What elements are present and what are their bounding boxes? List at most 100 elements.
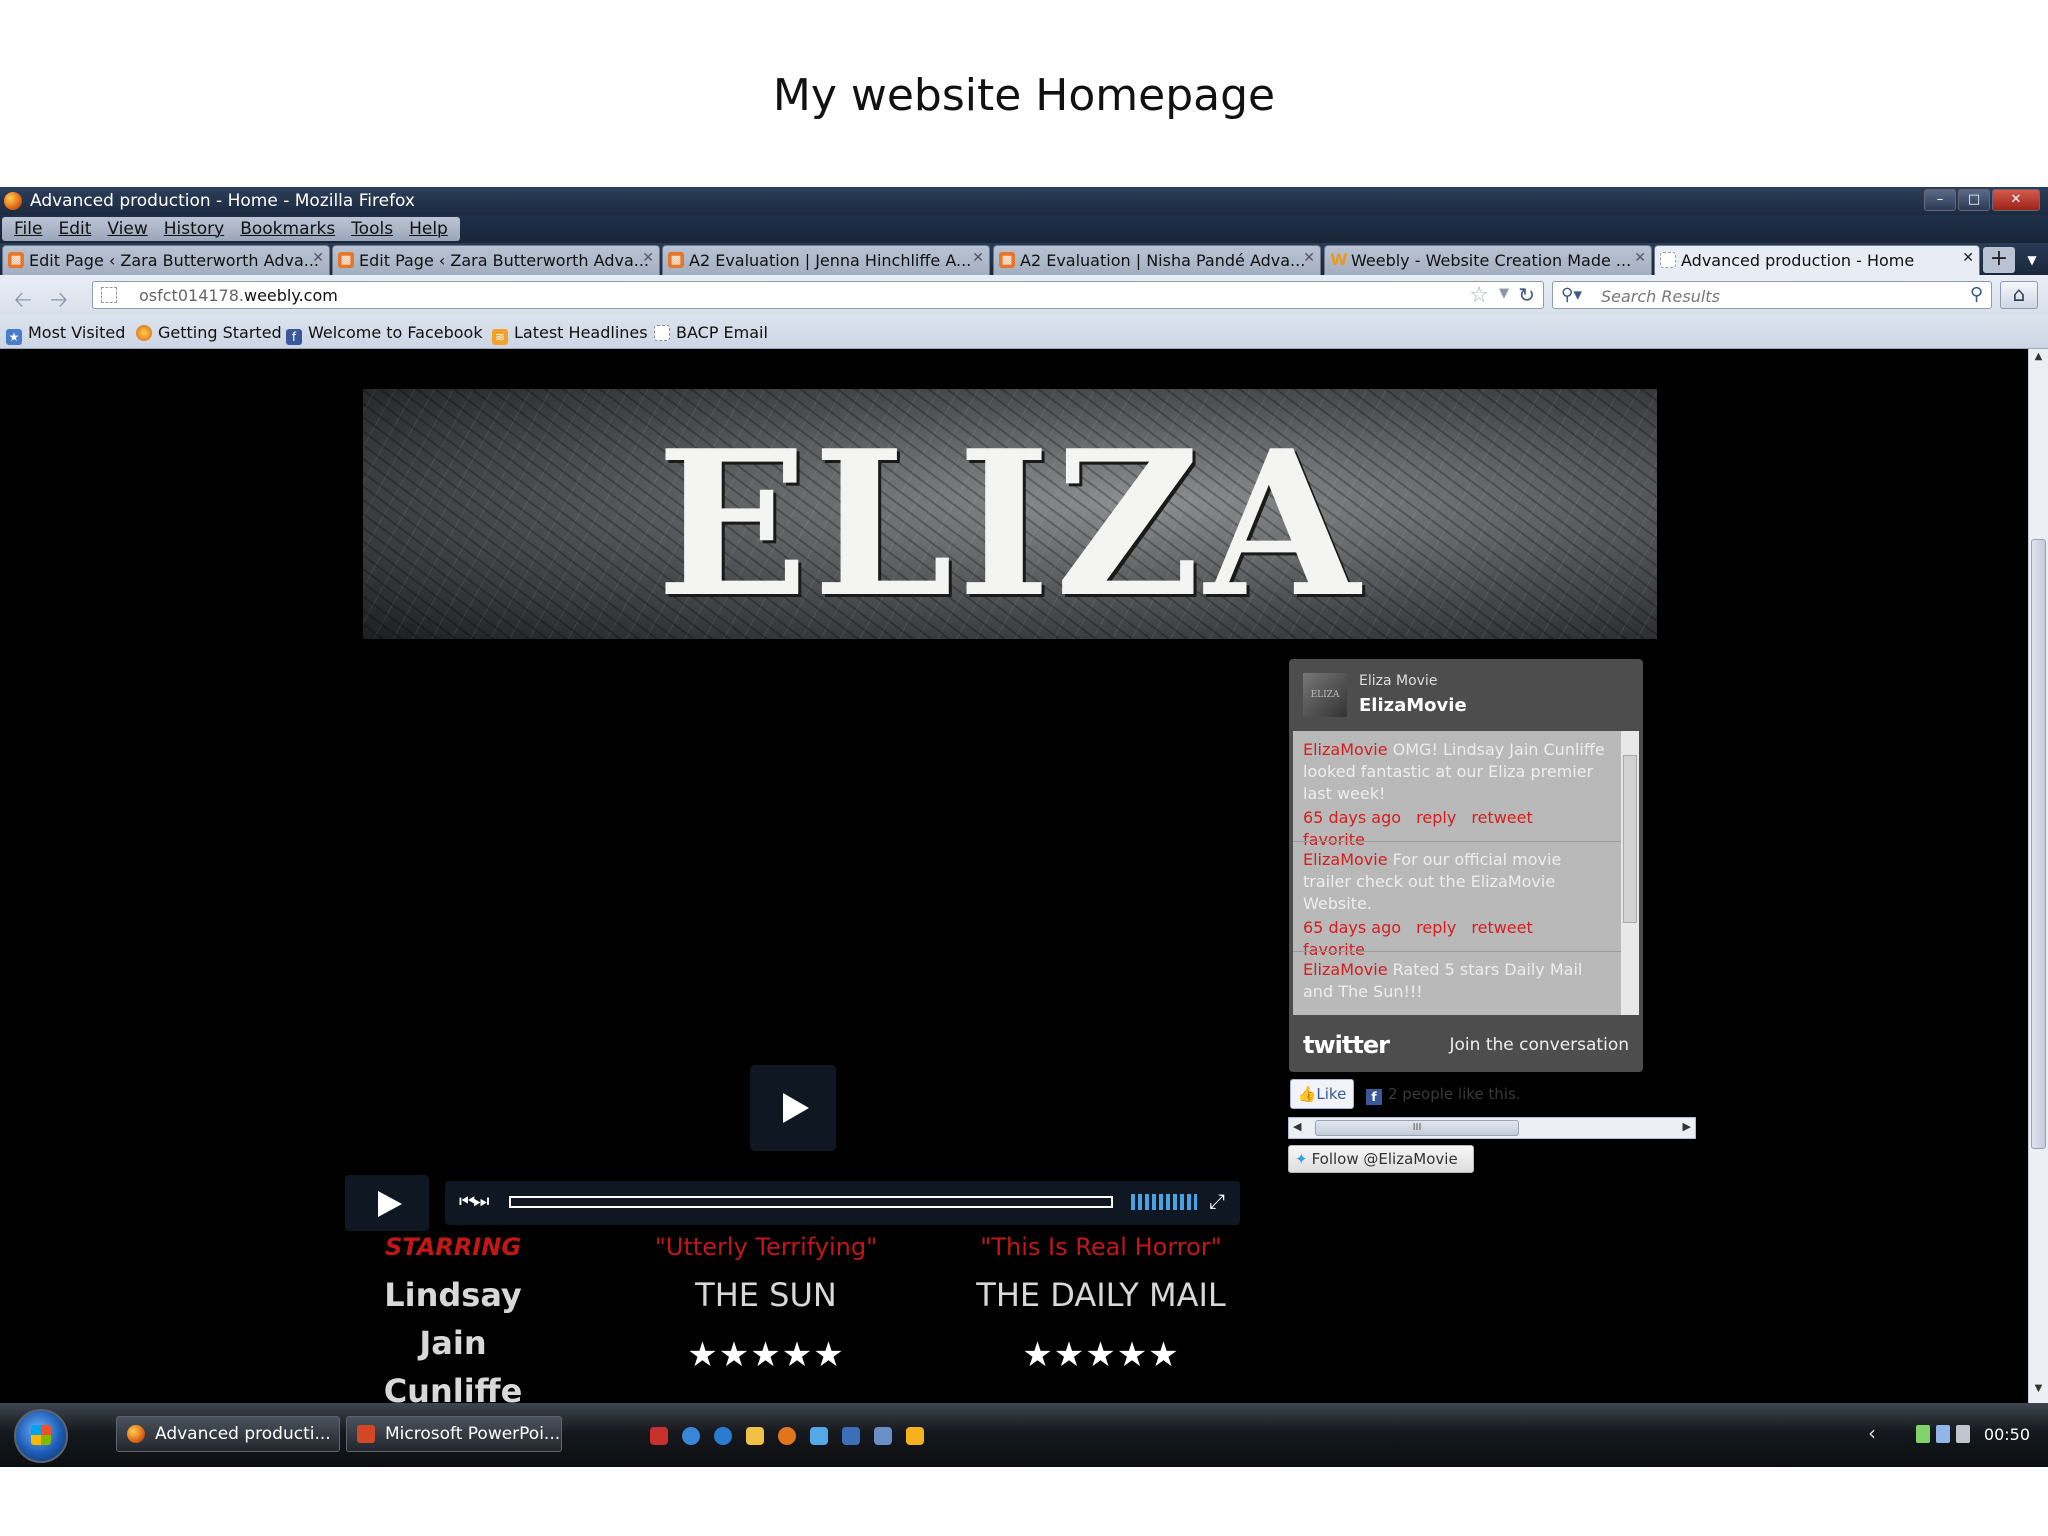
scrollbar-thumb[interactable] bbox=[1623, 755, 1637, 923]
tweet-feed-scrollbar[interactable] bbox=[1621, 731, 1639, 1015]
tab-label: Edit Page ‹ Zara Butterworth Adva... bbox=[359, 251, 649, 270]
video-player[interactable]: ⏮⏭ ⤢ bbox=[345, 663, 1240, 1231]
tweet-user-link[interactable]: ElizaMovie bbox=[1303, 740, 1388, 759]
tab-weebly[interactable]: W Weebly - Website Creation Made ... ✕ bbox=[1324, 245, 1652, 275]
tweet-time-link[interactable]: 65 days ago bbox=[1303, 918, 1401, 937]
bookmark-latest-headlines[interactable]: ≋ Latest Headlines bbox=[492, 323, 648, 345]
tab-list-chevron-icon[interactable]: ▼ bbox=[2022, 247, 2042, 273]
menu-edit[interactable]: Edit bbox=[50, 217, 99, 241]
tweet-reply-link[interactable]: reply bbox=[1416, 918, 1456, 937]
tab-bar: ▩ Edit Page ‹ Zara Butterworth Adva... ✕… bbox=[0, 243, 2048, 275]
screenshot-frame: Advanced production - Home - Mozilla Fir… bbox=[0, 187, 2048, 1467]
start-button[interactable] bbox=[14, 1409, 68, 1463]
switch-windows-icon[interactable] bbox=[874, 1427, 892, 1445]
bookmark-bacp-email[interactable]: BACP Email bbox=[654, 323, 768, 342]
tab-edit-page-zara-1[interactable]: ▩ Edit Page ‹ Zara Butterworth Adva... ✕ bbox=[2, 245, 330, 275]
fullscreen-icon[interactable]: ⤢ bbox=[1209, 1189, 1225, 1213]
bookmark-star-icon[interactable]: ☆ bbox=[1469, 283, 1489, 308]
media-player-icon[interactable] bbox=[906, 1427, 924, 1445]
menu-file[interactable]: File bbox=[6, 217, 50, 241]
url-history-dropdown-icon[interactable]: ▼ bbox=[1499, 286, 1509, 301]
tab-close-icon[interactable]: ✕ bbox=[1634, 250, 1646, 266]
search-engine-icon[interactable]: ⚲▾ bbox=[1561, 285, 1582, 305]
most-visited-icon: ★ bbox=[6, 329, 22, 345]
tweet-favorite-link[interactable]: favorite bbox=[1303, 940, 1365, 959]
tweet-user-link[interactable]: ElizaMovie bbox=[1303, 850, 1388, 869]
network-icon[interactable] bbox=[1936, 1425, 1950, 1443]
search-bar[interactable]: ⚲▾ Search Results ⚲ bbox=[1552, 281, 1992, 309]
menu-bookmarks[interactable]: Bookmarks bbox=[232, 217, 343, 241]
tab-a2-evaluation-nisha[interactable]: ▩ A2 Evaluation | Nisha Pandé Adva... ✕ bbox=[993, 245, 1321, 275]
firefox-icon[interactable] bbox=[778, 1427, 796, 1445]
site-identity-icon[interactable] bbox=[101, 287, 117, 303]
tab-advanced-production-home[interactable]: Advanced production - Home ✕ bbox=[1654, 245, 1980, 275]
globe-icon[interactable] bbox=[682, 1427, 700, 1445]
scrollbar-thumb[interactable]: III bbox=[1315, 1120, 1519, 1136]
twitter-avatar[interactable]: ELIZA bbox=[1303, 673, 1347, 717]
minimize-button[interactable]: – bbox=[1924, 189, 1956, 211]
bookmark-welcome-to-facebook[interactable]: f Welcome to Facebook bbox=[286, 323, 483, 345]
scroll-right-icon[interactable]: ▶ bbox=[1683, 1120, 1691, 1133]
tab-close-icon[interactable]: ✕ bbox=[972, 250, 984, 266]
tab-close-icon[interactable]: ✕ bbox=[1303, 250, 1315, 266]
page-scrollbar[interactable]: ▲ ▼ bbox=[2028, 349, 2048, 1403]
tab-edit-page-zara-2[interactable]: ▩ Edit Page ‹ Zara Butterworth Adva... ✕ bbox=[332, 245, 660, 275]
search-go-icon[interactable]: ⚲ bbox=[1970, 284, 1983, 305]
scroll-down-icon[interactable]: ▼ bbox=[2031, 1383, 2046, 1401]
volume-muted-icon[interactable] bbox=[1956, 1425, 1970, 1443]
twitter-handle[interactable]: ElizaMovie bbox=[1359, 695, 1467, 716]
video-seek-bar[interactable] bbox=[509, 1196, 1113, 1208]
tweet-user-link[interactable]: ElizaMovie bbox=[1303, 960, 1388, 979]
show-hidden-icons-chevron-icon[interactable]: ‹ bbox=[1868, 1421, 1876, 1445]
close-window-button[interactable]: ✕ bbox=[1992, 189, 2040, 211]
tab-close-icon[interactable]: ✕ bbox=[312, 250, 324, 266]
menu-view[interactable]: View bbox=[99, 217, 155, 241]
home-icon[interactable]: ⌂ bbox=[2000, 281, 2038, 309]
twitter-logo[interactable]: twitter bbox=[1303, 1031, 1390, 1059]
taskbar-clock[interactable]: 00:50 bbox=[1984, 1425, 2030, 1444]
internet-explorer-icon[interactable] bbox=[714, 1427, 732, 1445]
horizontal-scrollbar[interactable]: ◀ III ▶ bbox=[1288, 1117, 1696, 1139]
tweet-retweet-link[interactable]: retweet bbox=[1471, 808, 1532, 827]
tweet-reply-link[interactable]: reply bbox=[1416, 808, 1456, 827]
twitter-follow-button[interactable]: ✦ Follow @ElizaMovie bbox=[1288, 1145, 1474, 1173]
tab-a2-evaluation-jenna[interactable]: ▩ A2 Evaluation | Jenna Hinchliffe A... … bbox=[662, 245, 990, 275]
menu-help[interactable]: Help bbox=[401, 217, 456, 241]
skip-back-forward-icon[interactable]: ⏮⏭ bbox=[459, 1191, 489, 1212]
menu-tools[interactable]: Tools bbox=[343, 217, 401, 241]
menu-history[interactable]: History bbox=[156, 217, 232, 241]
bookmark-most-visited[interactable]: ★ Most Visited bbox=[6, 323, 125, 345]
tab-close-icon[interactable]: ✕ bbox=[642, 250, 654, 266]
folder-icon[interactable] bbox=[746, 1427, 764, 1445]
scrollbar-thumb[interactable] bbox=[2031, 539, 2046, 1149]
tab-close-icon[interactable]: ✕ bbox=[1962, 250, 1974, 266]
reload-icon[interactable]: ↻ bbox=[1518, 283, 1535, 307]
new-tab-button[interactable]: + bbox=[1983, 247, 2015, 273]
aim-icon[interactable] bbox=[650, 1427, 668, 1445]
firefox-icon bbox=[136, 325, 152, 341]
tweet-favorite-link[interactable]: favorite bbox=[1303, 830, 1365, 849]
show-desktop-icon[interactable] bbox=[842, 1427, 860, 1445]
maximize-button[interactable]: □ bbox=[1958, 189, 1990, 211]
tweet: ElizaMovie For our official movie traile… bbox=[1303, 849, 1613, 961]
bookmark-getting-started[interactable]: Getting Started bbox=[136, 323, 282, 342]
battery-icon[interactable] bbox=[1916, 1425, 1930, 1443]
tweet-time-link[interactable]: 65 days ago bbox=[1303, 808, 1401, 827]
url-bar[interactable]: osfct014178.weebly.com ☆ ▼ ↻ bbox=[92, 281, 1544, 309]
taskbar-firefox[interactable]: Advanced producti... bbox=[116, 1416, 340, 1452]
messenger-icon[interactable] bbox=[810, 1427, 828, 1445]
taskbar-powerpoint[interactable]: Microsoft PowerPoi... bbox=[346, 1416, 562, 1452]
scroll-left-icon[interactable]: ◀ bbox=[1293, 1120, 1301, 1133]
volume-bar[interactable] bbox=[1131, 1194, 1197, 1210]
tab-label: A2 Evaluation | Nisha Pandé Adva... bbox=[1020, 251, 1306, 270]
join-conversation-link[interactable]: Join the conversation bbox=[1450, 1035, 1630, 1055]
review-source: THE SUN bbox=[695, 1276, 837, 1314]
search-placeholder: Search Results bbox=[1601, 287, 1720, 306]
facebook-like-button[interactable]: 👍Like bbox=[1290, 1079, 1354, 1109]
tweet-retweet-link[interactable]: retweet bbox=[1471, 918, 1532, 937]
twitter-widget: ELIZA Eliza Movie ElizaMovie ElizaMovie … bbox=[1289, 659, 1643, 1072]
play-button[interactable] bbox=[345, 1175, 429, 1231]
scroll-up-icon[interactable]: ▲ bbox=[2031, 351, 2046, 369]
tweet-feed[interactable]: ElizaMovie OMG! Lindsay Jain Cunliffe lo… bbox=[1293, 731, 1639, 1015]
video-play-icon[interactable] bbox=[750, 1065, 836, 1151]
